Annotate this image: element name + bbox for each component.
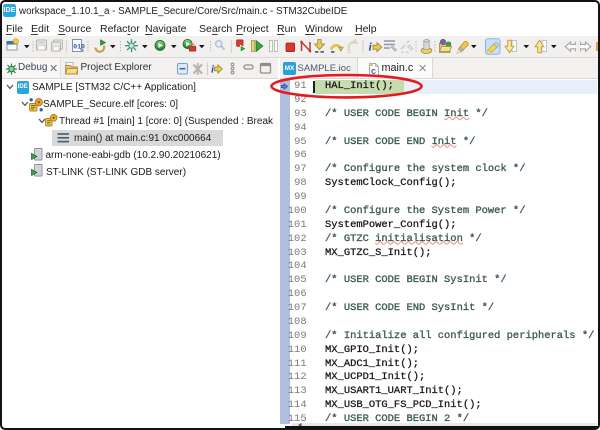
svg-text:010: 010 — [73, 44, 85, 51]
svg-text:i: i — [369, 40, 373, 54]
